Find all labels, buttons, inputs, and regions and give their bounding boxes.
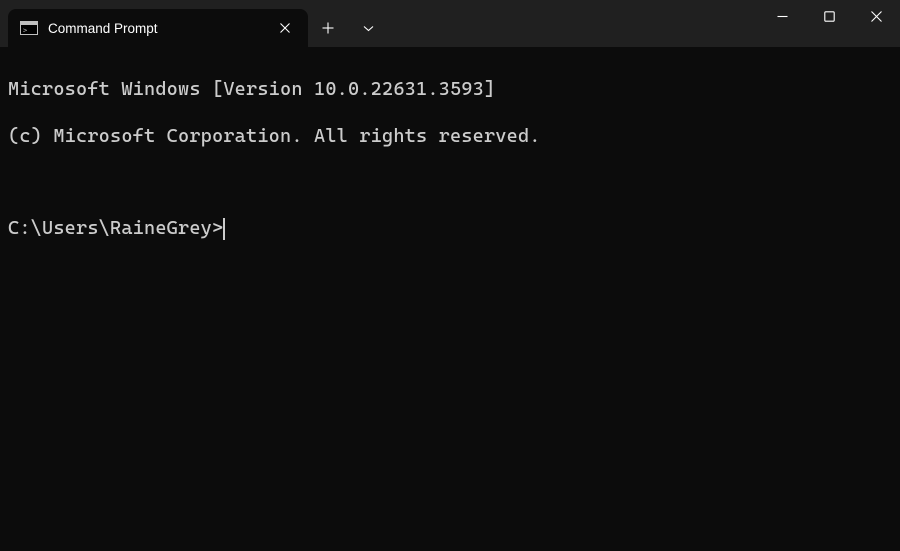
minimize-button[interactable] xyxy=(759,0,806,32)
window-controls xyxy=(759,0,900,47)
tab-title: Command Prompt xyxy=(48,21,264,36)
terminal-line: Microsoft Windows [Version 10.0.22631.35… xyxy=(8,78,892,101)
tab-dropdown-button[interactable] xyxy=(348,9,388,47)
terminal-cursor xyxy=(223,218,225,240)
terminal-viewport[interactable]: Microsoft Windows [Version 10.0.22631.35… xyxy=(0,47,900,551)
terminal-prompt-line: C:\Users\RaineGrey> xyxy=(8,217,892,240)
terminal-prompt: C:\Users\RaineGrey> xyxy=(8,217,223,240)
tab-close-button[interactable] xyxy=(274,17,296,39)
maximize-button[interactable] xyxy=(806,0,853,32)
tab-actions xyxy=(308,9,388,47)
terminal-icon: >_ xyxy=(20,21,38,35)
tab-command-prompt[interactable]: >_ Command Prompt xyxy=(8,9,308,47)
terminal-blank-line xyxy=(8,171,892,194)
new-tab-button[interactable] xyxy=(308,9,348,47)
close-button[interactable] xyxy=(853,0,900,32)
window-titlebar: >_ Command Prompt xyxy=(0,0,900,47)
terminal-line: (c) Microsoft Corporation. All rights re… xyxy=(8,125,892,148)
tab-strip: >_ Command Prompt xyxy=(0,9,388,47)
svg-text:>_: >_ xyxy=(23,27,32,35)
